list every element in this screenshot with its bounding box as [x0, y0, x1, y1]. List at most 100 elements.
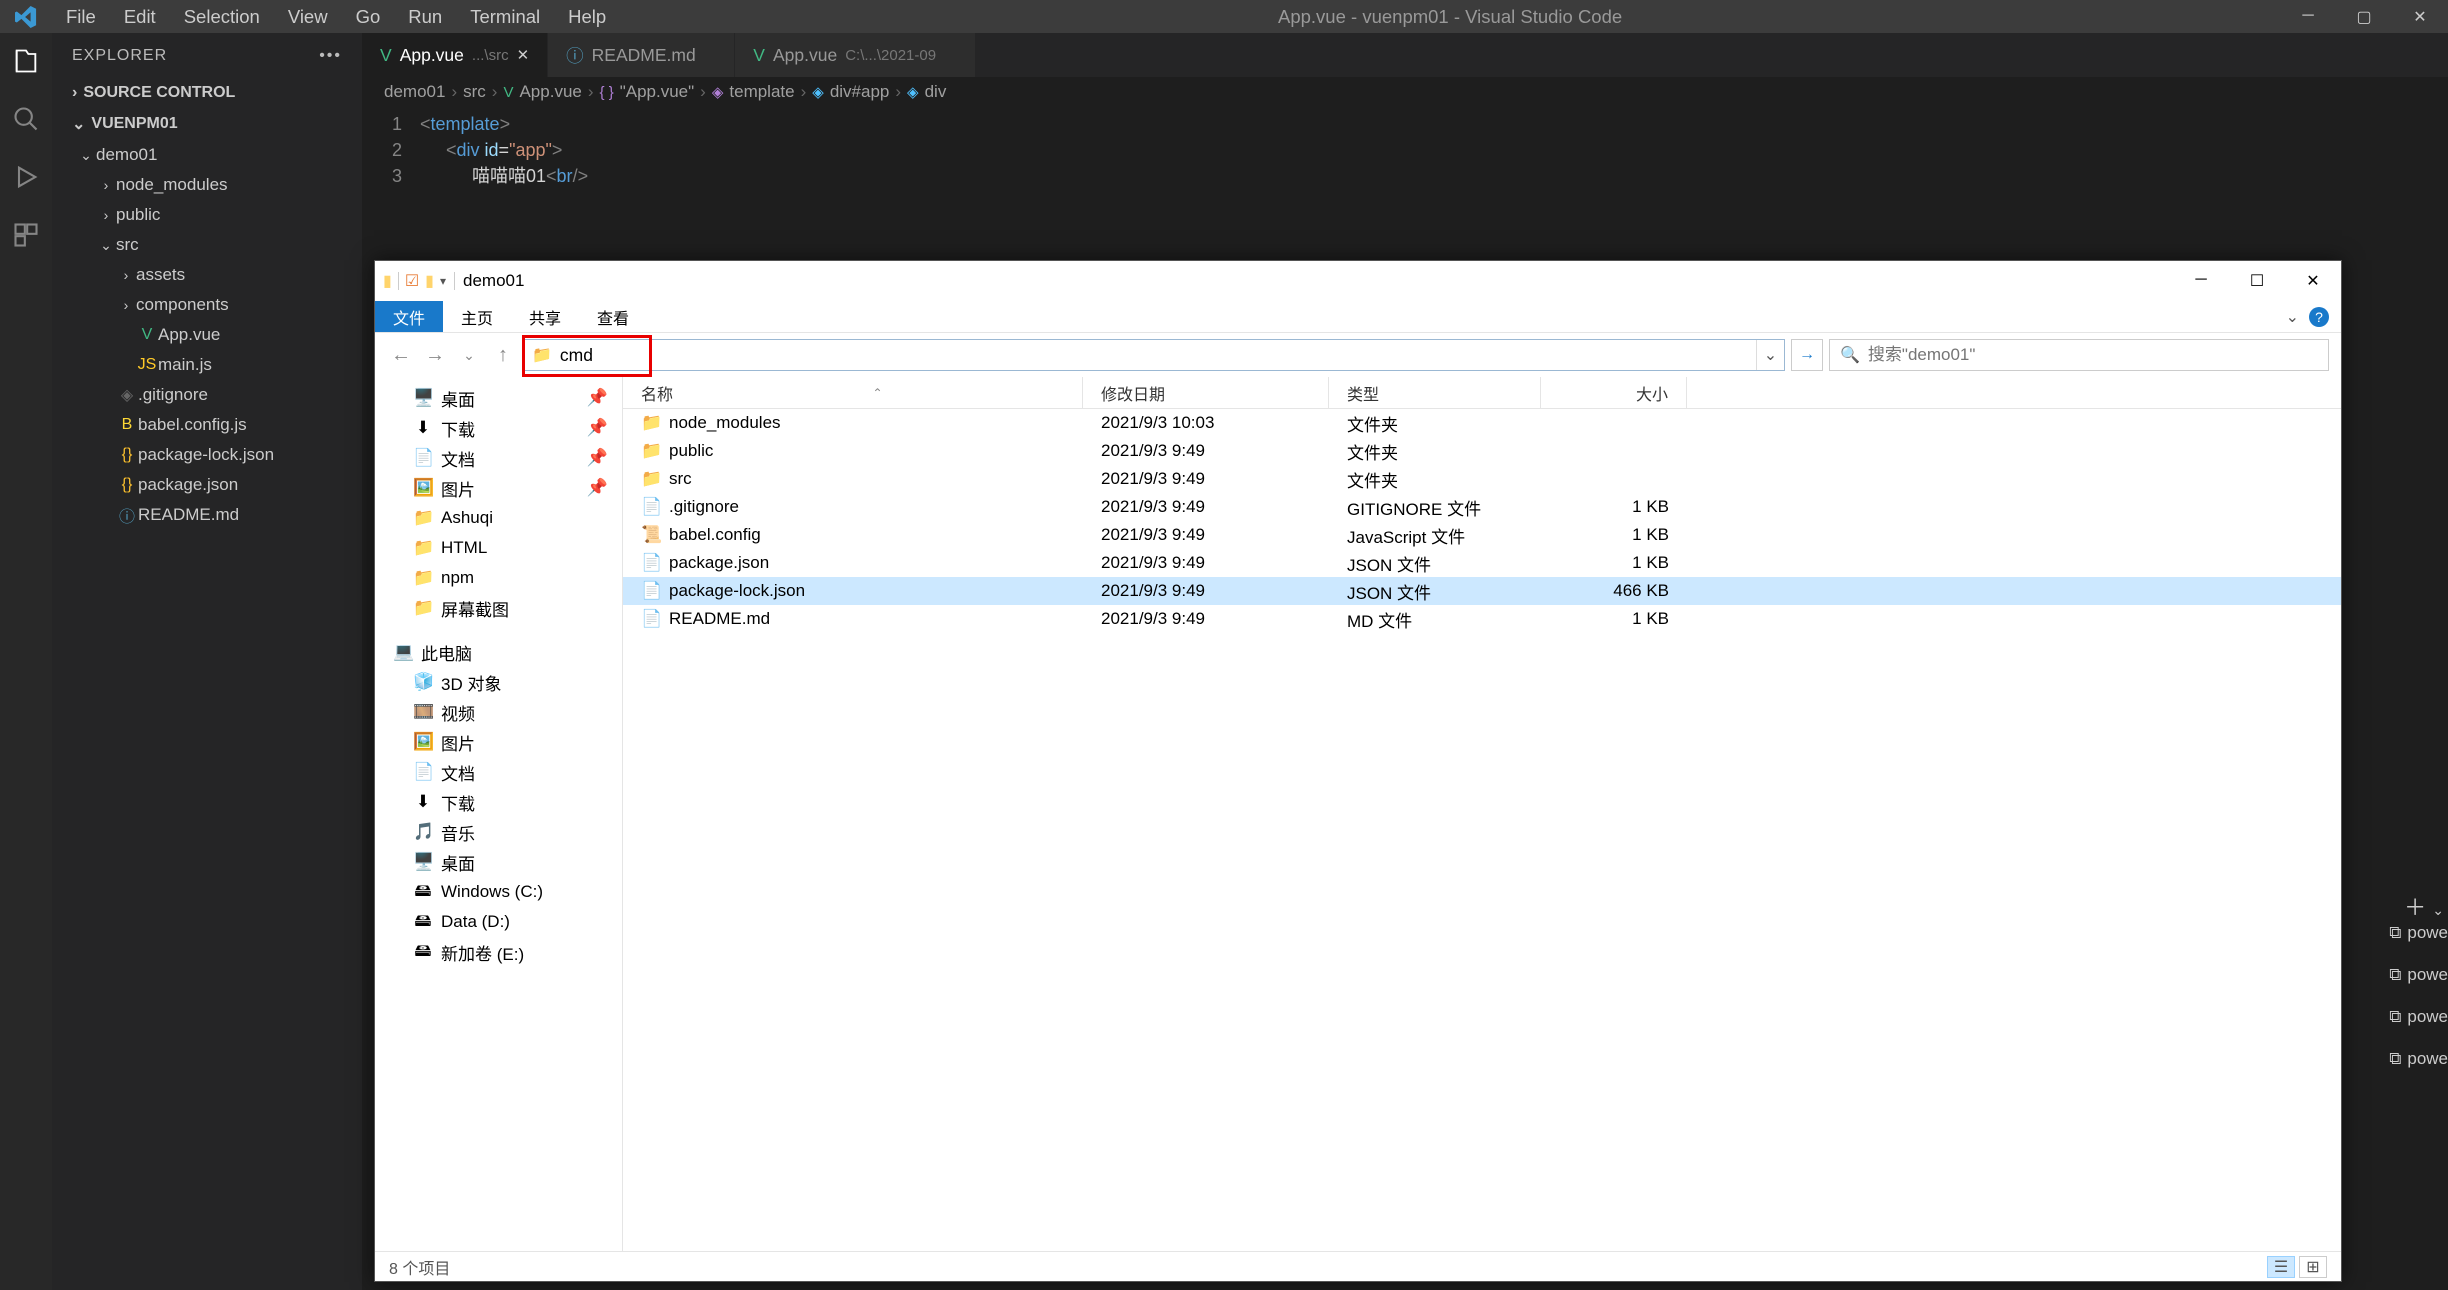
menu-edit[interactable]: Edit	[110, 6, 170, 28]
nav-up-button[interactable]: ↑	[489, 344, 517, 367]
terminal-icon: ⧉	[2389, 1007, 2401, 1027]
file-row[interactable]: 📁node_modules2021/9/3 10:03文件夹	[623, 409, 2341, 437]
minimize-button[interactable]: ─	[2280, 7, 2336, 27]
tree-thispc-item[interactable]: 🖴Windows (C:)	[375, 877, 622, 907]
terminal-item[interactable]: ⧉powe	[2389, 960, 2448, 990]
tab-readme[interactable]: ⓘ README.md ✕	[548, 33, 735, 77]
tree-file[interactable]: {}package.json	[52, 470, 362, 500]
tree-quick-item[interactable]: 📁HTML	[375, 533, 622, 563]
menu-help[interactable]: Help	[554, 6, 620, 28]
tree-quick-item[interactable]: 📁npm	[375, 563, 622, 593]
nav-back-button[interactable]: ←	[387, 344, 415, 367]
tree-thispc-item[interactable]: ⬇下载	[375, 787, 622, 817]
menu-file[interactable]: File	[52, 6, 110, 28]
menu-view[interactable]: View	[274, 6, 342, 28]
file-row[interactable]: 📄package.json2021/9/3 9:49JSON 文件1 KB	[623, 549, 2341, 577]
activity-extensions-icon[interactable]	[12, 221, 40, 249]
file-row[interactable]: 📁src2021/9/3 9:49文件夹	[623, 465, 2341, 493]
menu-terminal[interactable]: Terminal	[456, 6, 554, 28]
terminal-item[interactable]: ⧉powe	[2389, 918, 2448, 948]
address-input[interactable]	[560, 345, 1748, 366]
maximize-button[interactable]: ▢	[2336, 7, 2392, 27]
download-icon: ⬇	[413, 792, 433, 812]
chevron-right-icon: ›	[72, 84, 77, 102]
close-button[interactable]: ✕	[2392, 7, 2448, 27]
view-icons-button[interactable]: ⊞	[2299, 1256, 2327, 1278]
go-button[interactable]: →	[1791, 339, 1823, 371]
qat-properties-icon[interactable]: ☑	[405, 271, 419, 291]
fe-maximize-button[interactable]: ☐	[2229, 271, 2285, 291]
tree-file[interactable]: VApp.vue	[52, 320, 362, 350]
help-icon[interactable]: ?	[2309, 307, 2329, 327]
tab-app-vue-2[interactable]: V App.vue C:\...\2021-09 ✕	[735, 33, 975, 77]
file-row[interactable]: 📄package-lock.json2021/9/3 9:49JSON 文件46…	[623, 577, 2341, 605]
tree-thispc-item[interactable]: 🖥️桌面	[375, 847, 622, 877]
menu-run[interactable]: Run	[394, 6, 456, 28]
tree-folder[interactable]: ›public	[52, 200, 362, 230]
tree-thispc-item[interactable]: 🖴Data (D:)	[375, 907, 622, 937]
braces-icon: { }	[600, 84, 614, 101]
fe-close-button[interactable]: ✕	[2285, 271, 2341, 291]
tree-file[interactable]: ⓘREADME.md	[52, 500, 362, 530]
tree-quick-item[interactable]: 🖥️桌面📌	[375, 383, 622, 413]
activity-explorer-icon[interactable]	[12, 47, 40, 75]
tree-thispc-item[interactable]: 🎵音乐	[375, 817, 622, 847]
tree-file[interactable]: Bbabel.config.js	[52, 410, 362, 440]
close-icon[interactable]: ✕	[517, 46, 530, 64]
file-row[interactable]: 📁public2021/9/3 9:49文件夹	[623, 437, 2341, 465]
tree-folder[interactable]: ›assets	[52, 260, 362, 290]
expand-ribbon-icon[interactable]: ⌄	[2286, 307, 2299, 327]
tree-quick-item[interactable]: 📁Ashuqi	[375, 503, 622, 533]
tree-quick-item[interactable]: ⬇下载📌	[375, 413, 622, 443]
tree-folder[interactable]: ›node_modules	[52, 170, 362, 200]
menu-go[interactable]: Go	[342, 6, 395, 28]
fe-list-header[interactable]: 名称⌃ 修改日期 类型 大小	[623, 377, 2341, 409]
tree-file[interactable]: ◈.gitignore	[52, 380, 362, 410]
tree-thispc-item[interactable]: 🖼️图片	[375, 727, 622, 757]
file-row[interactable]: 📄.gitignore2021/9/3 9:49GITIGNORE 文件1 KB	[623, 493, 2341, 521]
tree-folder[interactable]: ›components	[52, 290, 362, 320]
ribbon-tab-file[interactable]: 文件	[375, 301, 443, 332]
tree-thispc-item[interactable]: 🧊3D 对象	[375, 667, 622, 697]
video-icon: 🎞️	[413, 702, 433, 722]
tree-thispc-item[interactable]: 🎞️视频	[375, 697, 622, 727]
more-icon[interactable]: •••	[319, 47, 342, 65]
section-workspace[interactable]: ⌄ VUENPM01	[52, 108, 362, 140]
file-row[interactable]: 📜babel.config2021/9/3 9:49JavaScript 文件1…	[623, 521, 2341, 549]
terminal-item[interactable]: ⧉powe	[2389, 1044, 2448, 1074]
section-source-control[interactable]: › SOURCE CONTROL	[52, 78, 362, 108]
ribbon-tab-view[interactable]: 查看	[579, 301, 647, 332]
activity-search-icon[interactable]	[12, 105, 40, 133]
tree-file[interactable]: {}package-lock.json	[52, 440, 362, 470]
tree-thispc-item[interactable]: 📄文档	[375, 757, 622, 787]
address-bar[interactable]: 📁 ⌄	[523, 339, 1785, 371]
tree-quick-item[interactable]: 📄文档📌	[375, 443, 622, 473]
fe-minimize-button[interactable]: ─	[2173, 271, 2229, 291]
fe-search[interactable]: 🔍	[1829, 339, 2329, 371]
tree-folder-src[interactable]: ⌄src	[52, 230, 362, 260]
terminal-item[interactable]: ⧉powe	[2389, 1002, 2448, 1032]
menu-selection[interactable]: Selection	[170, 6, 274, 28]
nav-forward-button[interactable]: →	[421, 344, 449, 367]
tree-file[interactable]: JSmain.js	[52, 350, 362, 380]
add-terminal-button[interactable]: ＋ ⌄	[2404, 890, 2444, 922]
tree-thispc-item[interactable]: 🖴新加卷 (E:)	[375, 937, 622, 967]
tree-thispc[interactable]: 💻此电脑	[375, 637, 622, 667]
fe-window-title: demo01	[455, 271, 524, 291]
activity-debug-icon[interactable]	[12, 163, 40, 191]
nav-history-button[interactable]: ⌄	[455, 347, 483, 364]
fe-search-input[interactable]	[1868, 345, 2318, 365]
tab-app-vue[interactable]: V App.vue ...\src ✕	[362, 33, 548, 77]
address-dropdown-icon[interactable]: ⌄	[1756, 340, 1784, 370]
tree-quick-item[interactable]: 🖼️图片📌	[375, 473, 622, 503]
tree-quick-item[interactable]: 📁屏幕截图	[375, 593, 622, 623]
breadcrumb[interactable]: demo01› src› VApp.vue› { }"App.vue"› ◈te…	[362, 77, 2448, 107]
drive-icon: 🖴	[413, 908, 433, 937]
ribbon-tab-share[interactable]: 共享	[511, 301, 579, 332]
qat-dropdown-icon[interactable]: ▾	[440, 274, 446, 288]
file-row[interactable]: 📄README.md2021/9/3 9:49MD 文件1 KB	[623, 605, 2341, 633]
ribbon-tab-home[interactable]: 主页	[443, 301, 511, 332]
view-details-button[interactable]: ☰	[2267, 1256, 2295, 1278]
tree-folder-root[interactable]: ⌄ demo01	[52, 140, 362, 170]
info-icon: ⓘ	[566, 43, 584, 68]
